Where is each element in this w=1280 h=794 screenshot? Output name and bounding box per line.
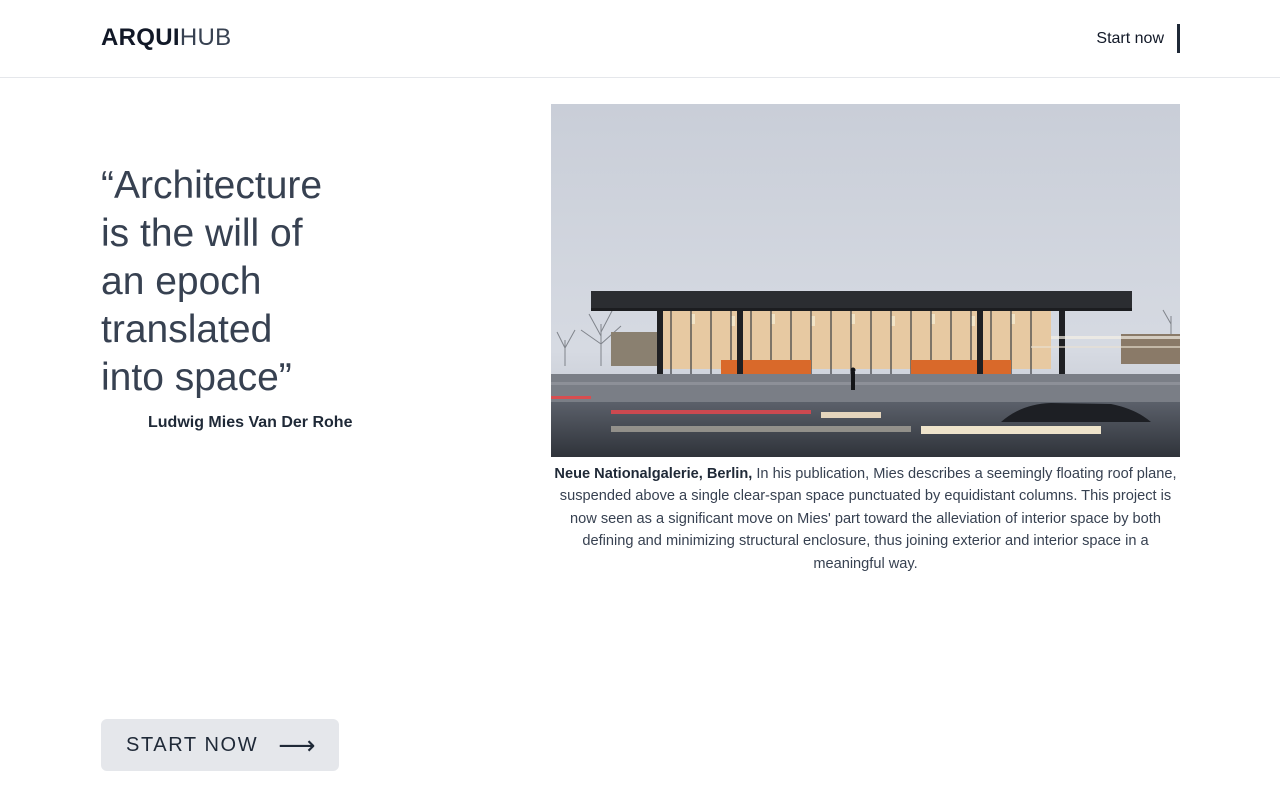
quote-author: Ludwig Mies Van Der Rohe	[148, 414, 353, 431]
vertical-bar-divider	[1177, 24, 1180, 53]
long-right-arrow-icon: ⟶	[278, 730, 316, 760]
quote-line: translated	[101, 308, 273, 351]
quote-line: “Architecture	[101, 164, 323, 207]
page: ARQUI HUB Start now “Architecture is the …	[0, 0, 1280, 794]
quote: “Architecture is the will of an epoch tr…	[101, 162, 421, 402]
quote-line: an epoch	[101, 260, 262, 303]
header-start-now-link[interactable]: Start now	[1096, 24, 1180, 53]
start-now-button-label: START NOW	[126, 733, 259, 756]
quote-line: is the will of	[101, 212, 303, 255]
logo-bold-text: ARQUI	[101, 24, 180, 51]
start-now-button[interactable]: START NOW ⟶	[101, 719, 339, 771]
photo-caption: Neue Nationalgalerie, Berlin, In his pub…	[551, 463, 1180, 575]
header-start-now-label: Start now	[1096, 29, 1164, 47]
caption-title: Neue Nationalgalerie, Berlin,	[554, 466, 753, 482]
quote-line: into space”	[101, 356, 292, 399]
logo-light-text: HUB	[179, 24, 232, 51]
logo[interactable]: ARQUI HUB	[101, 24, 231, 52]
building-photo	[551, 104, 1180, 457]
neue-nationalgalerie-image	[551, 104, 1180, 457]
site-header: ARQUI HUB Start now	[0, 0, 1280, 78]
